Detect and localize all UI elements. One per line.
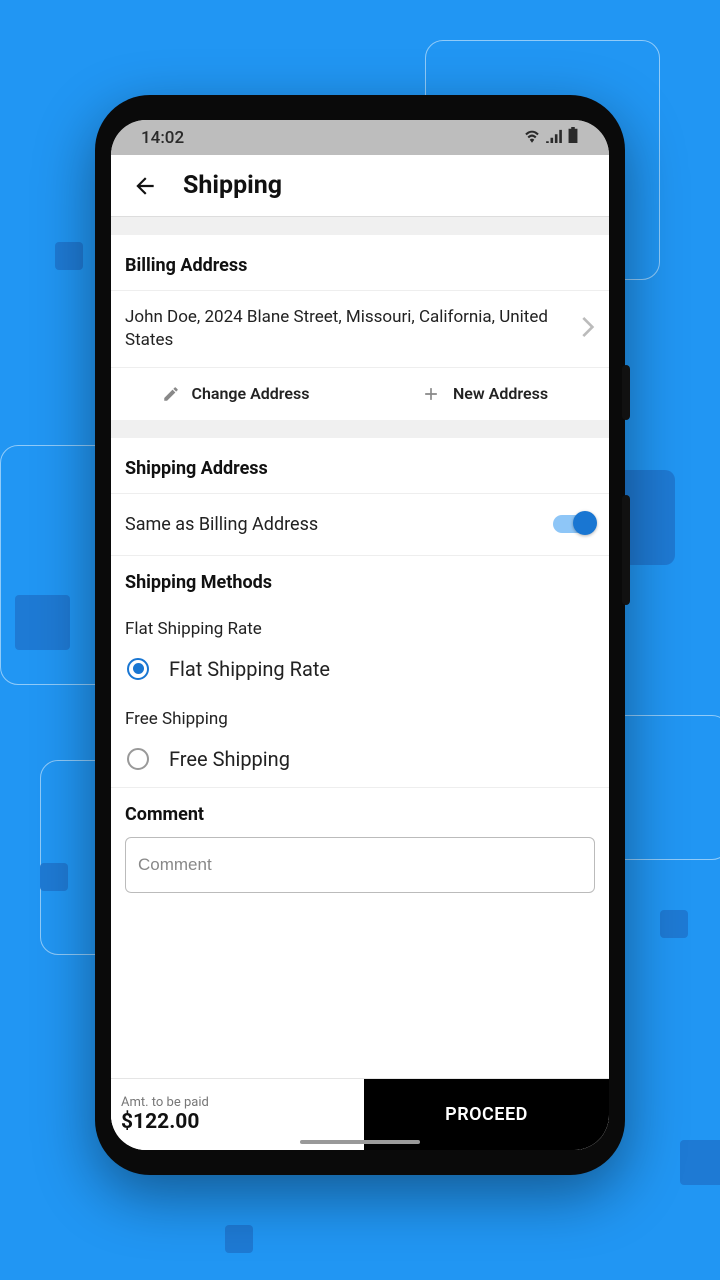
billing-address-row[interactable]: John Doe, 2024 Blane Street, Missouri, C… — [111, 290, 609, 367]
method-group-0: Flat Shipping Rate — [111, 607, 609, 645]
signal-icon — [545, 128, 563, 148]
method-group-1: Free Shipping — [111, 697, 609, 735]
shipping-methods-title: Shipping Methods — [111, 556, 609, 607]
home-indicator — [300, 1140, 420, 1144]
phone-volume-button — [622, 495, 630, 605]
method-option-flat[interactable]: Flat Shipping Rate — [111, 645, 609, 697]
shipping-methods-section: Shipping Methods Flat Shipping Rate Flat… — [111, 555, 609, 787]
battery-icon — [567, 127, 579, 148]
radio-flat[interactable] — [127, 658, 149, 680]
same-as-billing-toggle[interactable] — [553, 515, 595, 533]
same-as-billing-label: Same as Billing Address — [125, 514, 318, 535]
comment-input[interactable] — [125, 837, 595, 893]
method-option-free[interactable]: Free Shipping — [111, 735, 609, 787]
same-as-billing-row[interactable]: Same as Billing Address — [111, 493, 609, 555]
app-bar: Shipping — [111, 155, 609, 217]
comment-title: Comment — [111, 788, 609, 837]
billing-title: Billing Address — [111, 235, 609, 290]
wifi-icon — [523, 128, 541, 148]
method-label-free: Free Shipping — [169, 747, 290, 771]
billing-address-text: John Doe, 2024 Blane Street, Missouri, C… — [125, 306, 573, 352]
amount-label: Amt. to be paid — [121, 1095, 364, 1110]
shipping-address-section: Shipping Address Same as Billing Address — [111, 438, 609, 555]
phone-frame: 14:02 Shipping Billing Ad — [95, 95, 625, 1175]
method-label-flat: Flat Shipping Rate — [169, 657, 330, 681]
phone-side-button — [622, 365, 630, 420]
billing-section: Billing Address John Doe, 2024 Blane Str… — [111, 235, 609, 420]
amount-value: $122.00 — [121, 1110, 364, 1134]
chevron-right-icon — [581, 317, 595, 341]
proceed-label: PROCEED — [445, 1104, 528, 1125]
status-time: 14:02 — [141, 128, 184, 148]
shipping-title: Shipping Address — [111, 438, 609, 493]
pencil-icon — [162, 385, 180, 403]
status-bar: 14:02 — [111, 120, 609, 155]
comment-section: Comment — [111, 787, 609, 911]
new-address-label: New Address — [453, 384, 548, 403]
plus-icon — [421, 384, 441, 404]
change-address-button[interactable]: Change Address — [111, 368, 360, 420]
change-address-label: Change Address — [192, 384, 310, 403]
radio-free[interactable] — [127, 748, 149, 770]
page-title: Shipping — [183, 171, 282, 200]
arrow-left-icon — [132, 173, 158, 199]
back-button[interactable] — [123, 164, 167, 208]
new-address-button[interactable]: New Address — [360, 368, 609, 420]
